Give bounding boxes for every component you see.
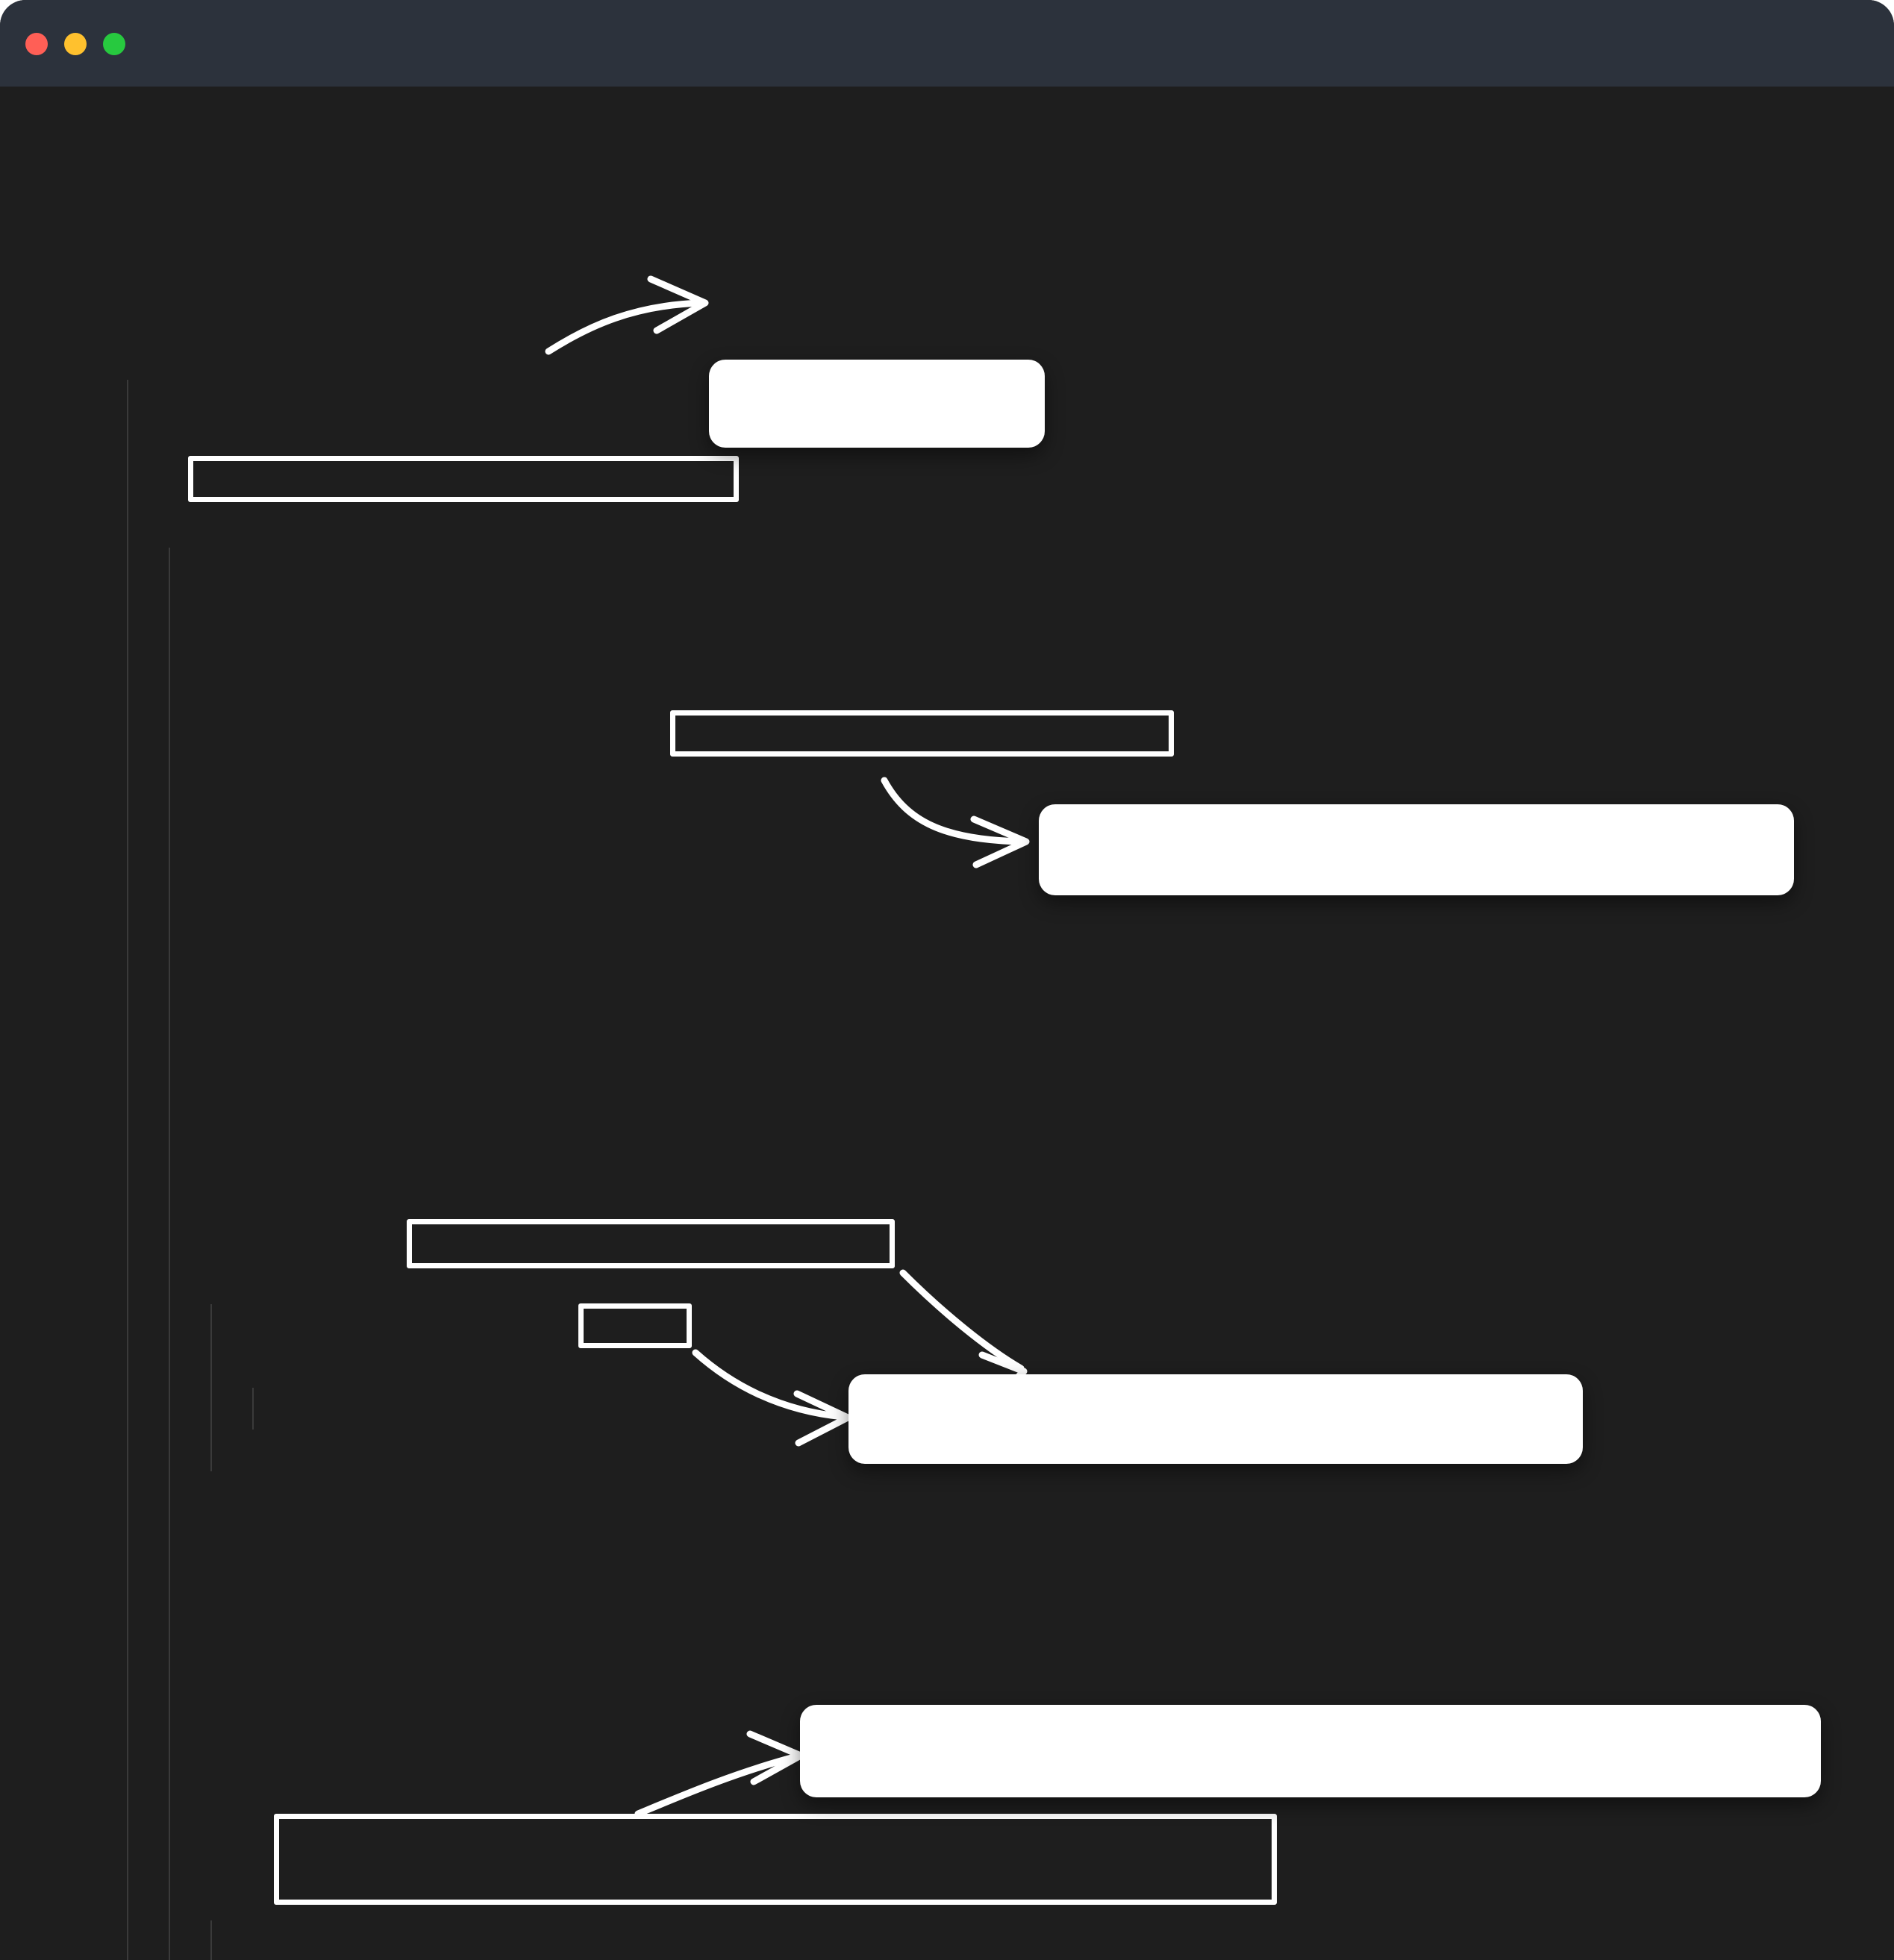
- close-window-button[interactable]: [25, 33, 48, 55]
- highlight-box-di-param: [670, 710, 1174, 757]
- window-titlebar: [0, 0, 1894, 87]
- callout-api-routing: [709, 360, 1045, 448]
- callout-service-dependency-injection: [1039, 804, 1794, 895]
- highlight-box-await: [578, 1303, 692, 1348]
- callout-asynchronous-programming: [848, 1374, 1583, 1464]
- code-editor-pane[interactable]: .ar{fill:none;stroke:#ffffff;stroke-widt…: [0, 87, 1894, 1960]
- indent-guide-4: [252, 1388, 254, 1430]
- highlight-box-async-task: [407, 1219, 895, 1268]
- highlight-box-response-types: [274, 1814, 1277, 1905]
- highlight-box-route: [188, 456, 739, 502]
- callout-managing-proper-response-status-codes: [800, 1705, 1821, 1797]
- indent-guide-3b: [210, 1920, 212, 1960]
- indent-guide-2: [169, 548, 170, 1960]
- maximize-window-button[interactable]: [103, 33, 125, 55]
- traffic-lights: [25, 33, 125, 55]
- minimize-window-button[interactable]: [64, 33, 87, 55]
- indent-guide-1: [127, 380, 128, 1960]
- code-editor-window: .ar{fill:none;stroke:#ffffff;stroke-widt…: [0, 0, 1894, 1960]
- indent-guide-3: [210, 1304, 212, 1471]
